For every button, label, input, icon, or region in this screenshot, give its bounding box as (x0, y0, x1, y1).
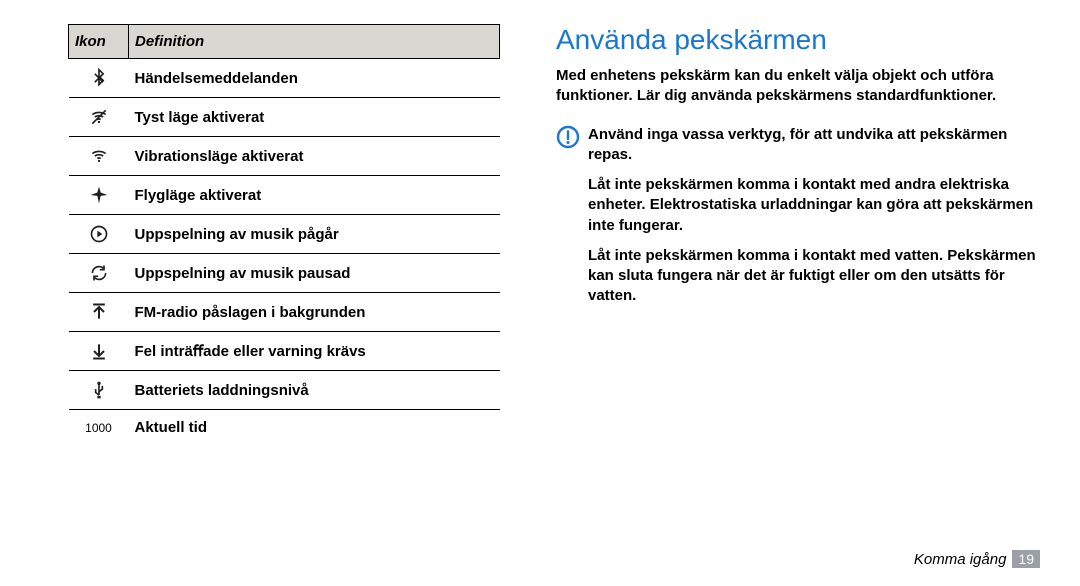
warning-icon (556, 125, 588, 154)
definition-cell: Uppspelning av musik pausad (129, 254, 500, 293)
table-row: Batteriets laddningsnivå (69, 371, 500, 410)
bluetooth-icon (69, 59, 129, 98)
warning-item: Låt inte pekskärmen komma i kontakt med … (588, 246, 1040, 307)
table-row: 1000Aktuell tid (69, 410, 500, 446)
table-row: Uppspelning av musik pausad (69, 254, 500, 293)
table-row: Tyst läge aktiverat (69, 98, 500, 137)
table-row: Händelsemeddelanden (69, 59, 500, 98)
definition-cell: Uppspelning av musik pågår (129, 215, 500, 254)
table-row: FM-radio påslagen i bakgrunden (69, 293, 500, 332)
col-def: Definition (129, 25, 500, 59)
arrow-up-icon (69, 293, 129, 332)
col-icon: Ikon (69, 25, 129, 59)
icon-definition-table: Ikon Definition HändelsemeddelandenTyst … (68, 24, 500, 445)
page-title: Använda pekskärmen (556, 24, 1040, 56)
wifi-icon (69, 137, 129, 176)
usb-icon (69, 371, 129, 410)
definition-cell: Flygläge aktiverat (129, 176, 500, 215)
warning-item: Använd inga vassa verktyg, för att undvi… (588, 125, 1040, 166)
definition-cell: FM-radio påslagen i bakgrunden (129, 293, 500, 332)
page-number: 19 (1012, 550, 1040, 568)
table-row: Vibrationsläge aktiverat (69, 137, 500, 176)
wifi-mute-icon (69, 98, 129, 137)
play-icon (69, 215, 129, 254)
table-row: Fel inträﬀade eller varning krävs (69, 332, 500, 371)
table-row: Flygläge aktiverat (69, 176, 500, 215)
airplane-icon (69, 176, 129, 215)
warning-item: Låt inte pekskärmen komma i kontakt med … (588, 175, 1040, 236)
definition-cell: Vibrationsläge aktiverat (129, 137, 500, 176)
definition-cell: Tyst läge aktiverat (129, 98, 500, 137)
arrow-down-icon (69, 332, 129, 371)
footer-text: Komma igång (914, 551, 1007, 568)
intro-text: Med enhetens pekskärm kan du enkelt välj… (556, 66, 1040, 107)
table-row: Uppspelning av musik pågår (69, 215, 500, 254)
footer: Komma igång 19 (914, 550, 1040, 568)
definition-cell: Aktuell tid (129, 410, 500, 446)
definition-cell: Fel inträﬀade eller varning krävs (129, 332, 500, 371)
definition-cell: Batteriets laddningsnivå (129, 371, 500, 410)
time-icon: 1000 (69, 410, 129, 446)
definition-cell: Händelsemeddelanden (129, 59, 500, 98)
sync-icon (69, 254, 129, 293)
